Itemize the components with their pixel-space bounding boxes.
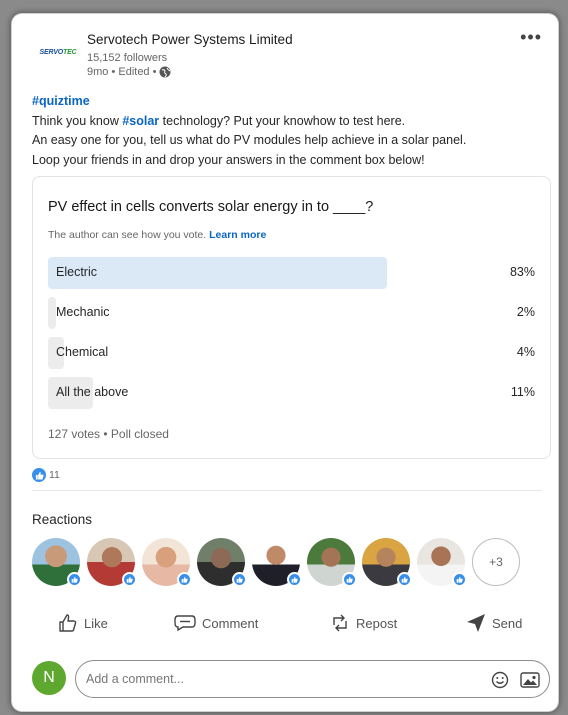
like-icon: [67, 572, 82, 587]
repost-label: Repost: [356, 615, 398, 631]
logo-text: SERVO: [39, 48, 64, 56]
like-icon: [397, 572, 412, 587]
more-options-button[interactable]: •••: [520, 28, 542, 46]
logo-text-accent: TEC: [63, 48, 77, 56]
hashtag-quiztime[interactable]: #quiztime: [32, 94, 90, 108]
like-icon: [287, 572, 302, 587]
poll-option-label: Chemical: [56, 345, 109, 359]
post-card: SERVO TEC Servotech Power Systems Limited…: [12, 14, 558, 711]
user-avatar[interactable]: N: [32, 661, 66, 695]
reactor-avatar[interactable]: [87, 538, 137, 587]
globe-icon: [159, 66, 171, 78]
comment-composer: N: [32, 659, 550, 699]
reactor-avatar[interactable]: [252, 538, 302, 587]
poll-footer: 127 votes • Poll closed: [48, 427, 169, 441]
poll-result-bar: [48, 297, 56, 329]
emoji-icon[interactable]: [489, 669, 511, 691]
reactor-avatar[interactable]: [32, 538, 82, 587]
poll-option-all-the-above: All the above 11%: [48, 377, 535, 409]
like-icon: [32, 468, 46, 482]
reactor-avatar[interactable]: [307, 538, 357, 587]
repost-icon: [333, 614, 347, 632]
post-text-segment: Think you know: [32, 113, 123, 128]
reaction-count-text: 11: [49, 469, 60, 481]
company-name[interactable]: Servotech Power Systems Limited: [87, 32, 293, 47]
thumbs-up-icon: [59, 614, 77, 632]
poll-option-chemical: Chemical 4%: [48, 337, 535, 369]
like-icon: [342, 572, 357, 587]
poll-option-label: All the above: [56, 385, 129, 399]
post-line-2: An easy one for you, tell us what do PV …: [32, 133, 467, 147]
like-icon: [232, 572, 247, 587]
company-logo[interactable]: SERVO TEC: [34, 42, 82, 62]
poll-option-label: Electric: [56, 265, 97, 279]
post-line-1: Think you know #solar technology? Put yo…: [32, 112, 542, 132]
poll-option-mechanic: Mechanic 2%: [48, 297, 535, 329]
poll-question: PV effect in cells converts solar energy…: [48, 199, 374, 215]
comment-button[interactable]: Comment: [174, 608, 258, 638]
poll-option-label: Mechanic: [56, 305, 110, 319]
post-text-segment: technology? Put your knowhow to test her…: [159, 113, 406, 128]
like-icon: [177, 572, 192, 587]
post-age: 9mo • Edited •: [87, 66, 157, 78]
poll: PV effect in cells converts solar energy…: [32, 176, 551, 459]
poll-note-text: The author can see how you vote.: [48, 229, 207, 241]
reactor-avatar[interactable]: [417, 538, 467, 587]
reactor-avatar[interactable]: [197, 538, 247, 587]
comment-icon: [174, 615, 196, 632]
reactor-avatars: +3: [32, 538, 520, 588]
divider: [32, 490, 542, 491]
poll-option-percent: 2%: [516, 305, 535, 319]
comment-input[interactable]: [86, 670, 466, 688]
reactions-title: Reactions: [32, 512, 93, 527]
send-button[interactable]: Send: [466, 608, 522, 638]
reactor-avatar[interactable]: [142, 538, 192, 587]
post-header: SERVO TEC Servotech Power Systems Limited…: [32, 28, 542, 86]
like-button[interactable]: Like: [58, 608, 108, 638]
post-body: #quiztime Think you know #solar technolo…: [32, 92, 542, 170]
image-icon[interactable]: [519, 669, 541, 691]
hashtag-solar[interactable]: #solar: [122, 114, 159, 128]
learn-more-link[interactable]: Learn more: [209, 229, 266, 241]
post-line-3: Loop your friends in and drop your answe…: [32, 152, 425, 167]
like-icon: [452, 572, 467, 587]
reaction-count[interactable]: 11: [32, 468, 60, 482]
repost-button[interactable]: Repost: [330, 608, 397, 638]
poll-option-percent: 11%: [510, 385, 535, 399]
poll-option-electric: Electric 83%: [48, 257, 535, 289]
poll-option-percent: 83%: [509, 265, 535, 279]
poll-result-bar: [48, 257, 387, 289]
poll-note: The author can see how you vote. Learn m…: [48, 229, 266, 241]
comment-label: Comment: [202, 615, 259, 631]
send-label: Send: [492, 615, 523, 631]
more-reactions-button[interactable]: +3: [472, 538, 520, 586]
like-label: Like: [84, 615, 108, 631]
follower-count: 15,152 followers: [87, 52, 168, 64]
like-icon: [122, 572, 137, 587]
send-icon: [467, 614, 485, 632]
comment-box[interactable]: [75, 660, 550, 698]
action-bar: Like Comment Repost Send: [32, 608, 542, 638]
reactor-avatar[interactable]: [362, 538, 412, 587]
post-meta: 9mo • Edited •: [87, 66, 171, 78]
poll-option-percent: 4%: [516, 345, 535, 359]
